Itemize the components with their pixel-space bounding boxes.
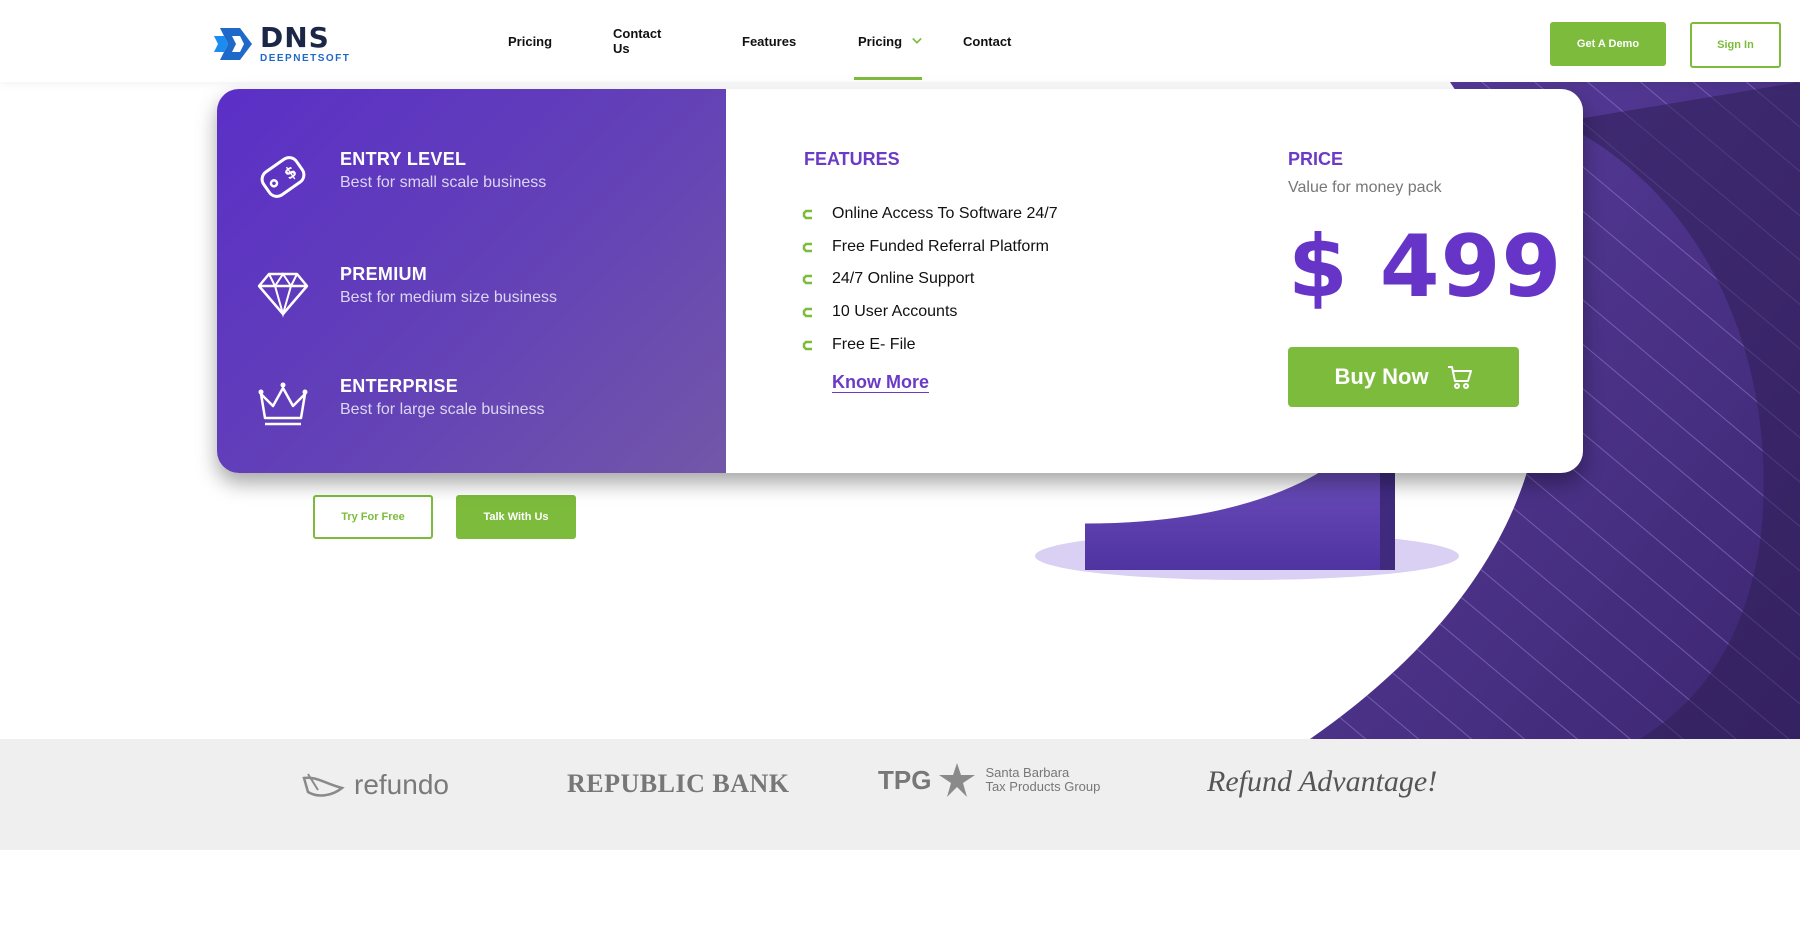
know-more-link[interactable]: Know More [832, 372, 929, 393]
check-icon [802, 307, 812, 318]
plan-list: $ ENTRY LEVEL Best for small scale busin… [217, 89, 726, 473]
logo-wordmark: DNS [260, 20, 330, 54]
nav-label: Contact Us [613, 26, 662, 56]
partner-name: REPUBLIC BANK [567, 769, 790, 798]
feature-item: 24/7 Online Support [802, 263, 1058, 296]
plan-subtitle: Best for large scale business [340, 401, 545, 418]
plan-premium[interactable]: PREMIUM Best for medium size business [255, 264, 557, 320]
partner-name: Refund Advantage! [1207, 765, 1438, 798]
partner-logos-strip: refundo REPUBLIC BANK TPG Santa Barbara … [0, 739, 1800, 850]
tpg-star-icon [939, 763, 976, 797]
nav-label: Pricing [858, 33, 903, 49]
partner-name: TPG [878, 764, 932, 795]
page: Try For Free Talk With Us DNS DEEPNETSOF… [0, 0, 1800, 926]
plan-enterprise[interactable]: ENTERPRISE Best for large scale business [255, 376, 545, 432]
check-icon [802, 340, 812, 350]
shopping-cart-icon [1447, 366, 1472, 389]
talk-with-us-button[interactable]: Talk With Us [456, 495, 576, 539]
nav-features[interactable]: Features [742, 0, 796, 82]
nav-contact[interactable]: Contact [963, 0, 1011, 82]
sign-in-button[interactable]: Sign In [1690, 22, 1781, 68]
price-value: $ 499 [1288, 217, 1563, 317]
logo-tagline: DEEPNETSOFT [260, 52, 351, 64]
buy-now-label: Buy Now [1334, 364, 1429, 389]
plan-entry-level[interactable]: $ ENTRY LEVEL Best for small scale busin… [255, 149, 546, 205]
partner-line: Tax Products Group [985, 779, 1101, 794]
check-icon [802, 210, 812, 220]
partner-logo-refundo: refundo [302, 769, 449, 801]
price-heading: PRICE [1288, 149, 1344, 169]
logo-mark-icon [214, 28, 252, 60]
get-a-demo-button[interactable]: Get A Demo [1550, 22, 1666, 66]
feature-label: 24/7 Online Support [832, 270, 975, 288]
nav-contact-us[interactable]: Contact Us [613, 0, 661, 82]
site-header: DNS DEEPNETSOFT Pricing Contact Us Featu… [0, 0, 1800, 82]
pricing-dropdown: $ ENTRY LEVEL Best for small scale busin… [217, 89, 1583, 473]
features-heading: FEATURES [804, 149, 900, 169]
plan-subtitle: Best for small scale business [340, 174, 547, 191]
chevron-down-icon [912, 37, 922, 44]
feature-label: Free Funded Referral Platform [832, 237, 1049, 255]
nav-label: Features [742, 33, 797, 49]
logo[interactable]: DNS DEEPNETSOFT [214, 20, 351, 64]
feature-label: 10 User Accounts [832, 303, 958, 321]
buy-now-button[interactable]: Buy Now [1288, 347, 1519, 407]
refundo-mark-icon [302, 773, 345, 797]
plan-title: PREMIUM [340, 264, 428, 284]
partner-name: refundo [354, 769, 449, 800]
partner-line: Santa Barbara [985, 765, 1070, 780]
price-subtitle: Value for money pack [1288, 179, 1442, 196]
crown-icon [258, 382, 308, 426]
check-icon [802, 242, 812, 253]
plan-title: ENTERPRISE [340, 376, 459, 396]
plan-title: ENTRY LEVEL [340, 149, 467, 169]
feature-label: Free E- File [832, 335, 916, 353]
nav-label: Pricing [508, 33, 553, 49]
try-for-free-button[interactable]: Try For Free [313, 495, 433, 539]
nav-label: Contact [963, 33, 1012, 49]
feature-item: Free E- File [802, 328, 1058, 361]
feature-item: Free Funded Referral Platform [802, 231, 1058, 264]
feature-item: Online Access To Software 24/7 [802, 198, 1058, 231]
plan-subtitle: Best for medium size business [340, 289, 557, 306]
features-list: Online Access To Software 24/7 Free Fund… [802, 198, 1058, 361]
partner-logo-refund-advantage: Refund Advantage! [1207, 765, 1437, 799]
check-icon [802, 275, 812, 285]
feature-label: Online Access To Software 24/7 [832, 205, 1058, 223]
tpg-subtitle: Santa Barbara Tax Products Group [985, 766, 1100, 794]
feature-item: 10 User Accounts [802, 296, 1058, 329]
partner-logo-tpg: TPG Santa Barbara Tax Products Group [878, 761, 1100, 799]
partner-logo-republic-bank: REPUBLIC BANK [567, 769, 789, 799]
diamond-icon [257, 272, 309, 318]
price-tag-icon: $ [260, 156, 306, 198]
nav-pricing[interactable]: Pricing [508, 0, 552, 82]
nav-pricing-dropdown[interactable]: Pricing [854, 0, 922, 82]
